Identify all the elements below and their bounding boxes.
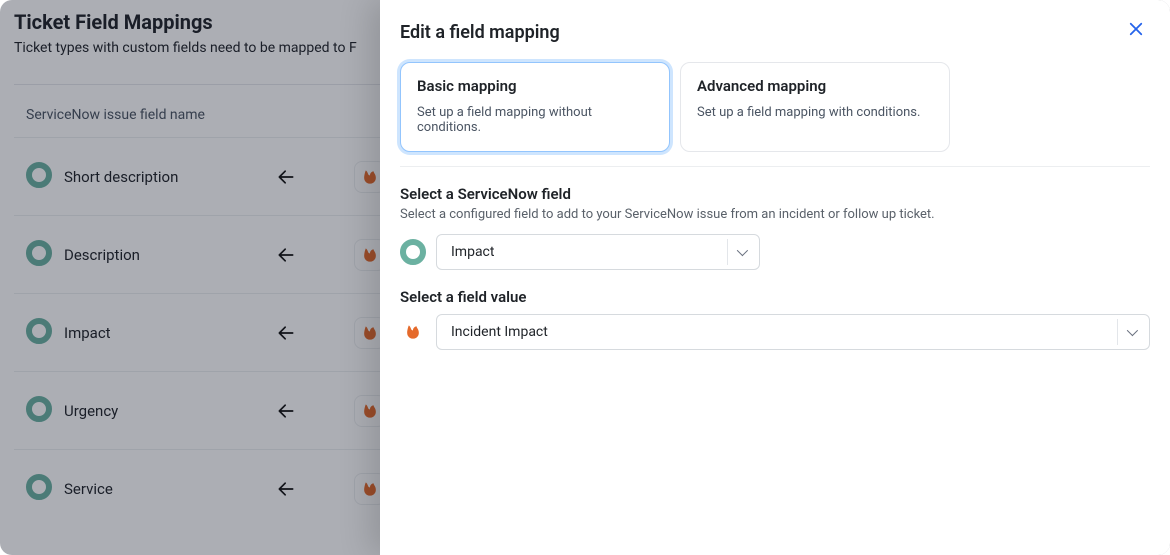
servicenow-field-row: Impact [400, 234, 1150, 270]
select-field-value-title: Select a field value [400, 288, 1150, 306]
field-value-select[interactable]: Incident Impact [436, 314, 1150, 350]
servicenow-field-select[interactable]: Impact [436, 234, 760, 270]
card-title: Advanced mapping [697, 77, 933, 95]
close-icon [1127, 20, 1145, 44]
panel-body: Basic mapping Set up a field mapping wit… [380, 54, 1170, 358]
firehydrant-flame-icon [400, 319, 426, 345]
panel-title: Edit a field mapping [400, 22, 560, 43]
chevron-down-icon [727, 239, 753, 265]
select-servicenow-field-desc: Select a configured field to add to your… [400, 207, 1150, 222]
select-value: Impact [451, 244, 494, 260]
card-desc: Set up a field mapping without condition… [417, 105, 653, 135]
card-basic-mapping[interactable]: Basic mapping Set up a field mapping wit… [400, 62, 670, 152]
chevron-down-icon [1117, 319, 1143, 345]
servicenow-ring-icon [400, 239, 426, 265]
divider [400, 166, 1150, 167]
card-desc: Set up a field mapping with conditions. [697, 105, 933, 120]
select-value: Incident Impact [451, 324, 548, 340]
mapping-type-cards: Basic mapping Set up a field mapping wit… [400, 62, 1150, 152]
card-advanced-mapping[interactable]: Advanced mapping Set up a field mapping … [680, 62, 950, 152]
card-title: Basic mapping [417, 77, 653, 95]
app-shell: Ticket Field Mappings Ticket types with … [0, 0, 1170, 555]
close-button[interactable] [1122, 18, 1150, 46]
panel-header: Edit a field mapping [380, 0, 1170, 54]
select-servicenow-field-title: Select a ServiceNow field [400, 185, 1150, 203]
edit-mapping-panel: Edit a field mapping Basic mapping Set u… [380, 0, 1170, 555]
field-value-row: Incident Impact [400, 314, 1150, 350]
